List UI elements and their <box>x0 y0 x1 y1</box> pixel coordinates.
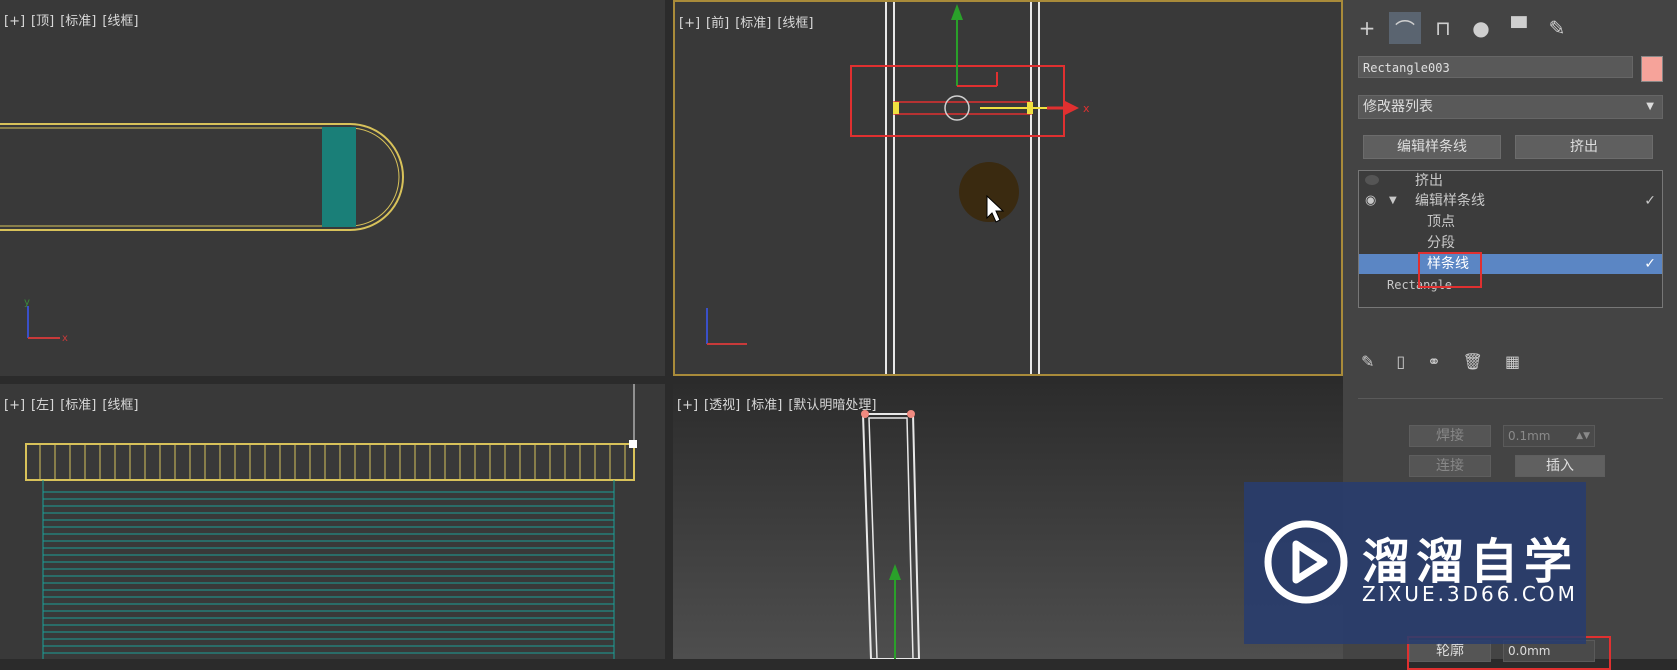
stack-item-label: 挤出 <box>1415 173 1443 189</box>
pin-stack-icon[interactable]: ✎ <box>1361 352 1374 371</box>
stack-item-spline[interactable]: 样条线 ✓ <box>1359 254 1662 274</box>
configure-sets-icon[interactable]: ▦ <box>1505 352 1520 371</box>
axis-x-label: x <box>62 333 68 344</box>
motion-icon: ● <box>1472 16 1490 40</box>
extrude-button[interactable]: 挤出 <box>1515 135 1653 159</box>
modifier-stack: 挤出 ◉ ▼ 编辑样条线 ✓ 顶点 分段 样条线 ✓ Rectangle <box>1358 170 1663 308</box>
stack-tools: ✎ ▯ ⚭ 🗑 ▦ <box>1361 352 1520 371</box>
check-icon: ✓ <box>1644 256 1656 272</box>
play-logo-icon <box>1264 520 1348 604</box>
edit-spline-button[interactable]: 编辑样条线 <box>1363 135 1501 159</box>
modifier-list-dropdown[interactable]: 修改器列表 ▼ <box>1358 95 1663 119</box>
chevron-down-icon: ▼ <box>1646 101 1654 112</box>
axis-x-label: x <box>1083 102 1090 115</box>
object-color-swatch[interactable] <box>1641 56 1663 82</box>
front-view-geometry: x <box>706 2 1090 374</box>
viewport-top[interactable]: [+] [顶] [标准] [线框] y x <box>0 0 665 376</box>
weld-threshold-value: 0.1mm <box>1508 429 1551 443</box>
stack-item-extrude[interactable]: 挤出 <box>1359 171 1662 191</box>
connect-button[interactable]: 连接 <box>1409 455 1491 477</box>
top-view-geometry: y x <box>0 123 404 344</box>
chevron-down-icon[interactable]: ▼ <box>1389 191 1397 211</box>
viewport-front[interactable]: [+] [前] [标准] [线框] x <box>673 0 1343 376</box>
perspective-geometry <box>861 410 921 659</box>
eye-icon[interactable]: ◉ <box>1365 191 1376 211</box>
object-name-field[interactable]: Rectangle003 <box>1358 56 1633 78</box>
weld-button[interactable]: 焊接 <box>1409 425 1491 447</box>
stack-item-rectangle[interactable]: Rectangle <box>1359 275 1662 295</box>
modify-icon: ⌒ <box>1395 17 1415 42</box>
display-icon: ▀ <box>1511 16 1527 40</box>
check-icon: ✓ <box>1644 193 1656 209</box>
stack-item-label: 编辑样条线 <box>1415 193 1485 209</box>
utilities-tab[interactable]: ✎ <box>1541 12 1573 44</box>
hierarchy-tab[interactable]: ⊓ <box>1427 12 1459 44</box>
motion-tab[interactable]: ● <box>1465 12 1497 44</box>
display-tab[interactable]: ▀ <box>1503 12 1535 44</box>
panel-divider <box>1358 398 1663 399</box>
stack-item-label: 分段 <box>1427 235 1455 251</box>
utilities-icon: ✎ <box>1548 16 1566 40</box>
show-end-result-icon[interactable]: ▯ <box>1396 352 1405 371</box>
watermark: 溜溜自学 ZIXUE.3D66.COM <box>1244 482 1586 644</box>
axis-y-label: y <box>24 297 30 308</box>
create-icon: + <box>1358 16 1376 40</box>
hierarchy-icon: ⊓ <box>1435 16 1451 40</box>
weld-threshold-spinner[interactable]: 0.1mm ▲▼ <box>1503 425 1595 447</box>
panel-tabs: + ⌒ ⊓ ● ▀ ✎ <box>1351 12 1573 46</box>
stack-item-vertex[interactable]: 顶点 <box>1359 212 1662 232</box>
watermark-url: ZIXUE.3D66.COM <box>1362 582 1578 606</box>
left-view-geometry <box>25 384 637 659</box>
viewport-left[interactable]: [+] [左] [标准] [线框] <box>0 384 665 659</box>
viewport-perspective[interactable]: [+] [透视] [标准] [默认明暗处理] <box>673 384 1343 659</box>
spinner-arrows-icon[interactable]: ▲▼ <box>1576 426 1590 446</box>
stack-item-edit-spline[interactable]: ◉ ▼ 编辑样条线 ✓ <box>1359 191 1662 211</box>
modify-tab[interactable]: ⌒ <box>1389 12 1421 44</box>
insert-button[interactable]: 插入 <box>1515 455 1605 477</box>
remove-modifier-icon[interactable]: 🗑 <box>1463 352 1483 371</box>
stack-item-label: 顶点 <box>1427 214 1455 230</box>
make-unique-icon[interactable]: ⚭ <box>1427 352 1440 371</box>
spline-highlight-box <box>1418 252 1482 288</box>
modifier-list-label: 修改器列表 <box>1363 99 1433 115</box>
visibility-off-icon[interactable] <box>1365 175 1379 185</box>
create-tab[interactable]: + <box>1351 12 1383 44</box>
stack-item-segment[interactable]: 分段 <box>1359 233 1662 253</box>
